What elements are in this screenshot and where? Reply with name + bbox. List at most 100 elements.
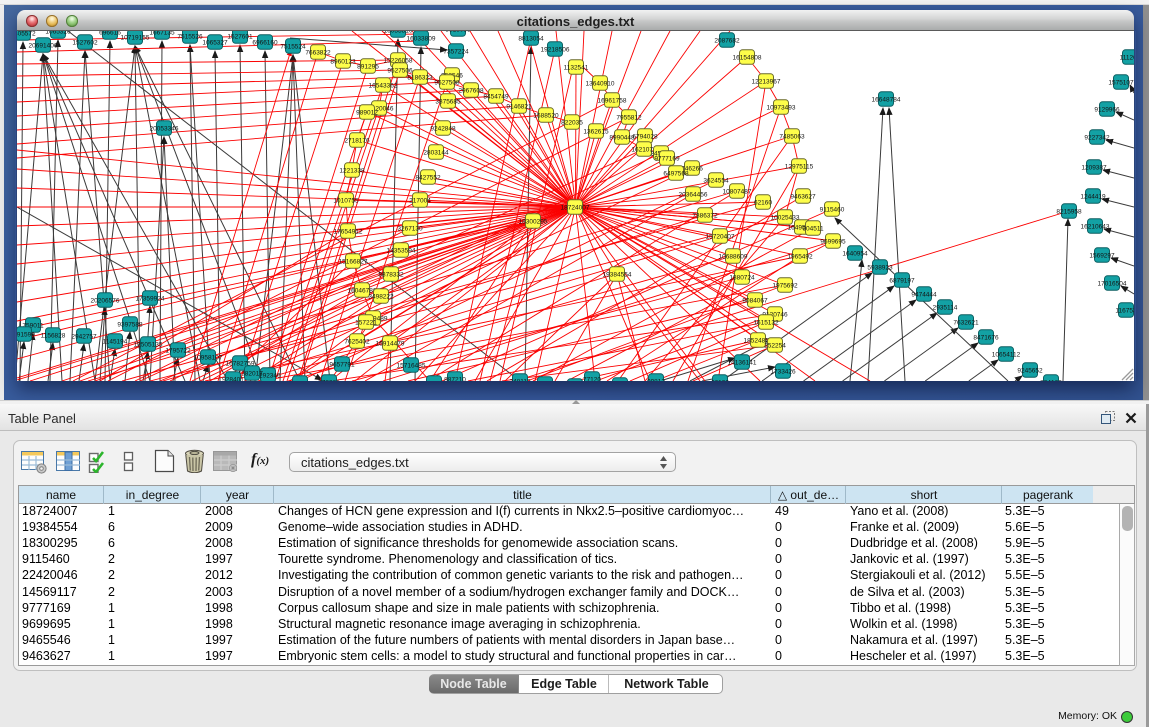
svg-text:17016504: 17016504 xyxy=(1098,281,1127,288)
svg-text:228511: 228511 xyxy=(423,381,445,382)
svg-text:10719155: 10719155 xyxy=(121,35,150,42)
svg-text:1527602: 1527602 xyxy=(72,40,98,47)
svg-text:9397588: 9397588 xyxy=(117,322,143,329)
svg-text:3267130: 3267130 xyxy=(397,226,423,233)
svg-text:9777169: 9777169 xyxy=(654,156,680,163)
svg-text:824166: 824166 xyxy=(1040,380,1062,382)
svg-text:7955812: 7955812 xyxy=(616,115,642,122)
svg-text:15166827: 15166827 xyxy=(339,259,368,266)
svg-text:1667135: 1667135 xyxy=(149,31,175,37)
svg-text:348112: 348112 xyxy=(509,379,531,382)
svg-text:12213967: 12213967 xyxy=(752,79,781,86)
svg-text:1065327: 1065327 xyxy=(202,40,228,47)
svg-text:1209387: 1209387 xyxy=(1081,165,1107,172)
svg-text:1575107: 1575107 xyxy=(1108,80,1134,87)
svg-text:891295: 891295 xyxy=(357,64,379,71)
svg-text:19218506: 19218506 xyxy=(541,47,570,54)
svg-text:8878332: 8878332 xyxy=(378,272,404,279)
svg-text:6794028: 6794028 xyxy=(632,134,658,141)
svg-text:19384554: 19384554 xyxy=(603,272,632,279)
svg-text:157221: 157221 xyxy=(355,320,377,327)
svg-text:1527601: 1527601 xyxy=(227,34,253,41)
svg-text:16914479: 16914479 xyxy=(376,341,405,348)
svg-text:10688609: 10688609 xyxy=(719,254,748,261)
svg-text:9115460: 9115460 xyxy=(820,207,845,214)
svg-text:18724007: 18724007 xyxy=(561,205,590,212)
svg-text:3498222: 3498222 xyxy=(368,294,394,301)
svg-text:9474444: 9474444 xyxy=(911,292,937,299)
svg-text:2967608: 2967608 xyxy=(458,88,484,95)
svg-text:1880724: 1880724 xyxy=(729,275,755,282)
svg-text:2718176: 2718176 xyxy=(344,138,370,145)
svg-text:17359924: 17359924 xyxy=(136,296,165,303)
svg-text:8427552: 8427552 xyxy=(415,175,441,182)
svg-text:2935114: 2935114 xyxy=(933,305,958,312)
svg-text:1569297: 1569297 xyxy=(1089,253,1115,260)
svg-text:9527508: 9527508 xyxy=(434,80,460,87)
svg-text:10807487: 10807487 xyxy=(723,189,752,196)
svg-text:7485063: 7485063 xyxy=(779,134,805,141)
svg-text:13640910: 13640910 xyxy=(586,81,615,88)
svg-text:9657791: 9657791 xyxy=(329,362,355,369)
svg-text:17654912: 17654912 xyxy=(334,229,363,236)
svg-text:887210: 887210 xyxy=(444,377,466,382)
svg-text:1733426: 1733426 xyxy=(770,369,796,376)
svg-text:12505135: 12505135 xyxy=(134,342,163,349)
svg-text:8960123: 8960123 xyxy=(330,59,356,66)
svg-text:6497568: 6497568 xyxy=(663,171,689,178)
svg-text:14353594: 14353594 xyxy=(387,248,416,255)
svg-text:77120: 77120 xyxy=(583,377,601,382)
svg-text:1640954: 1640954 xyxy=(842,251,868,258)
svg-text:9146821: 9146821 xyxy=(506,104,532,111)
svg-text:7625402: 7625402 xyxy=(344,339,370,346)
svg-text:116753: 116753 xyxy=(1115,308,1134,315)
svg-text:9242848: 9242848 xyxy=(430,126,456,133)
svg-text:217004: 217004 xyxy=(409,198,431,205)
svg-text:1362615: 1362615 xyxy=(583,129,609,136)
svg-text:7515524: 7515524 xyxy=(280,44,306,51)
svg-text:16543362: 16543362 xyxy=(369,83,398,90)
svg-text:3624554: 3624554 xyxy=(703,178,729,185)
svg-text:20053346: 20053346 xyxy=(150,126,179,133)
svg-text:8471676: 8471676 xyxy=(973,335,999,342)
svg-text:18300295: 18300295 xyxy=(519,219,548,226)
svg-text:16961758: 16961758 xyxy=(598,98,627,105)
svg-text:904511: 904511 xyxy=(802,226,824,233)
svg-text:1156828: 1156828 xyxy=(41,333,66,340)
svg-text:8454749: 8454749 xyxy=(483,94,509,101)
svg-text:7663822: 7663822 xyxy=(305,50,331,57)
svg-text:1965492: 1965492 xyxy=(787,254,813,261)
svg-text:6966160: 6966160 xyxy=(252,40,278,47)
svg-text:1065326: 1065326 xyxy=(45,31,71,36)
svg-text:252254: 252254 xyxy=(764,343,786,350)
svg-text:1221338: 1221338 xyxy=(339,168,365,175)
svg-text:989012: 989012 xyxy=(356,110,378,117)
svg-text:1244419: 1244419 xyxy=(1080,194,1106,201)
svg-text:7357224: 7357224 xyxy=(443,49,469,56)
svg-text:9084067: 9084067 xyxy=(742,298,768,305)
svg-text:2803144: 2803144 xyxy=(423,150,449,157)
svg-text:14136141: 14136141 xyxy=(728,360,757,367)
svg-text:12975115: 12975115 xyxy=(785,164,814,171)
svg-text:1145194: 1145194 xyxy=(103,339,128,346)
svg-text:16210643: 16210643 xyxy=(1081,224,1110,231)
svg-text:62160: 62160 xyxy=(754,200,772,207)
svg-text:10973493: 10973493 xyxy=(767,105,796,112)
svg-text:7386372: 7386372 xyxy=(692,213,718,220)
svg-text:16033809: 16033809 xyxy=(407,36,436,43)
svg-text:2087682: 2087682 xyxy=(714,38,740,45)
svg-text:6879197: 6879197 xyxy=(889,278,915,285)
svg-text:696616: 696616 xyxy=(99,31,121,37)
svg-text:1588520: 1588520 xyxy=(533,113,559,120)
svg-text:2405572: 2405572 xyxy=(17,31,36,38)
svg-text:16033810: 16033810 xyxy=(384,31,413,35)
svg-text:10958107: 10958107 xyxy=(194,355,223,362)
svg-text:7515526: 7515526 xyxy=(177,34,203,41)
svg-text:10654112: 10654112 xyxy=(992,352,1021,359)
svg-text:772301: 772301 xyxy=(318,380,340,382)
svg-text:16648784: 16648784 xyxy=(872,97,901,104)
svg-text:20206576: 20206576 xyxy=(91,298,120,305)
svg-text:8990448: 8990448 xyxy=(609,135,635,142)
svg-text:9245652: 9245652 xyxy=(1017,368,1043,375)
svg-text:1010755: 1010755 xyxy=(333,198,359,205)
